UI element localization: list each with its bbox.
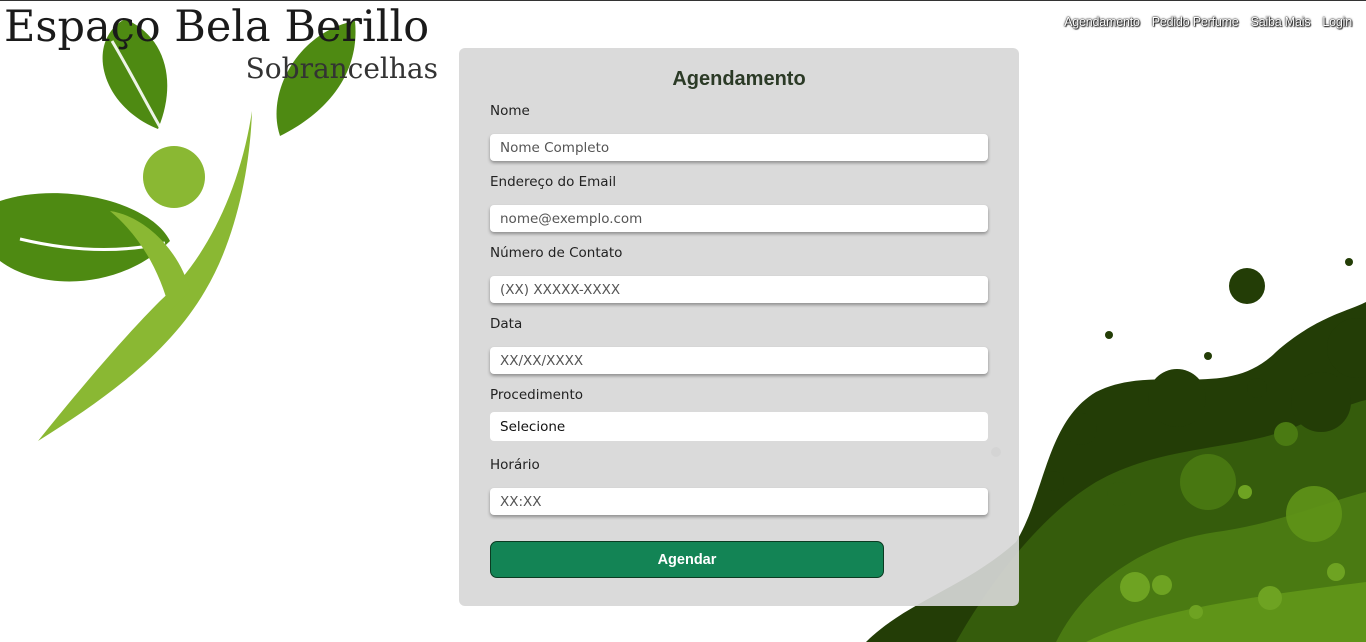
brand-title: Espaço Bela Berillo [4, 2, 430, 52]
brand-subtitle: Sobrancelhas [245, 52, 438, 86]
date-input[interactable] [490, 347, 988, 374]
form-title: Agendamento [672, 68, 806, 90]
procedure-selected-value: Selecione [500, 418, 566, 435]
nav-link-pedido-perfume[interactable]: Pedido Perfume [1152, 15, 1239, 29]
nav-link-agendamento[interactable]: Agendamento [1064, 15, 1140, 29]
email-input[interactable] [490, 205, 988, 232]
top-nav: Agendamento Pedido Perfume Saiba Mais Lo… [1064, 15, 1352, 29]
phone-input[interactable] [490, 276, 988, 303]
date-label: Data [490, 316, 523, 332]
procedure-select[interactable]: Selecione [490, 412, 988, 441]
email-label: Endereço do Email [490, 174, 617, 190]
procedure-label: Procedimento [490, 387, 584, 403]
page: Espaço Bela Berillo Sobrancelhas Agendam… [0, 0, 1366, 642]
time-input[interactable] [490, 488, 988, 515]
phone-label: Número de Contato [490, 245, 623, 261]
nav-link-login[interactable]: Login [1322, 15, 1352, 29]
schedule-submit-button[interactable]: Agendar [490, 541, 884, 578]
name-label: Nome [490, 103, 530, 119]
time-label: Horário [490, 457, 540, 473]
booking-form-card: Agendamento Nome Endereço do Email Númer… [459, 48, 1019, 606]
nav-link-saiba-mais[interactable]: Saiba Mais [1251, 15, 1311, 29]
name-input[interactable] [490, 134, 988, 161]
brand-logo: Espaço Bela Berillo Sobrancelhas [4, 2, 440, 86]
